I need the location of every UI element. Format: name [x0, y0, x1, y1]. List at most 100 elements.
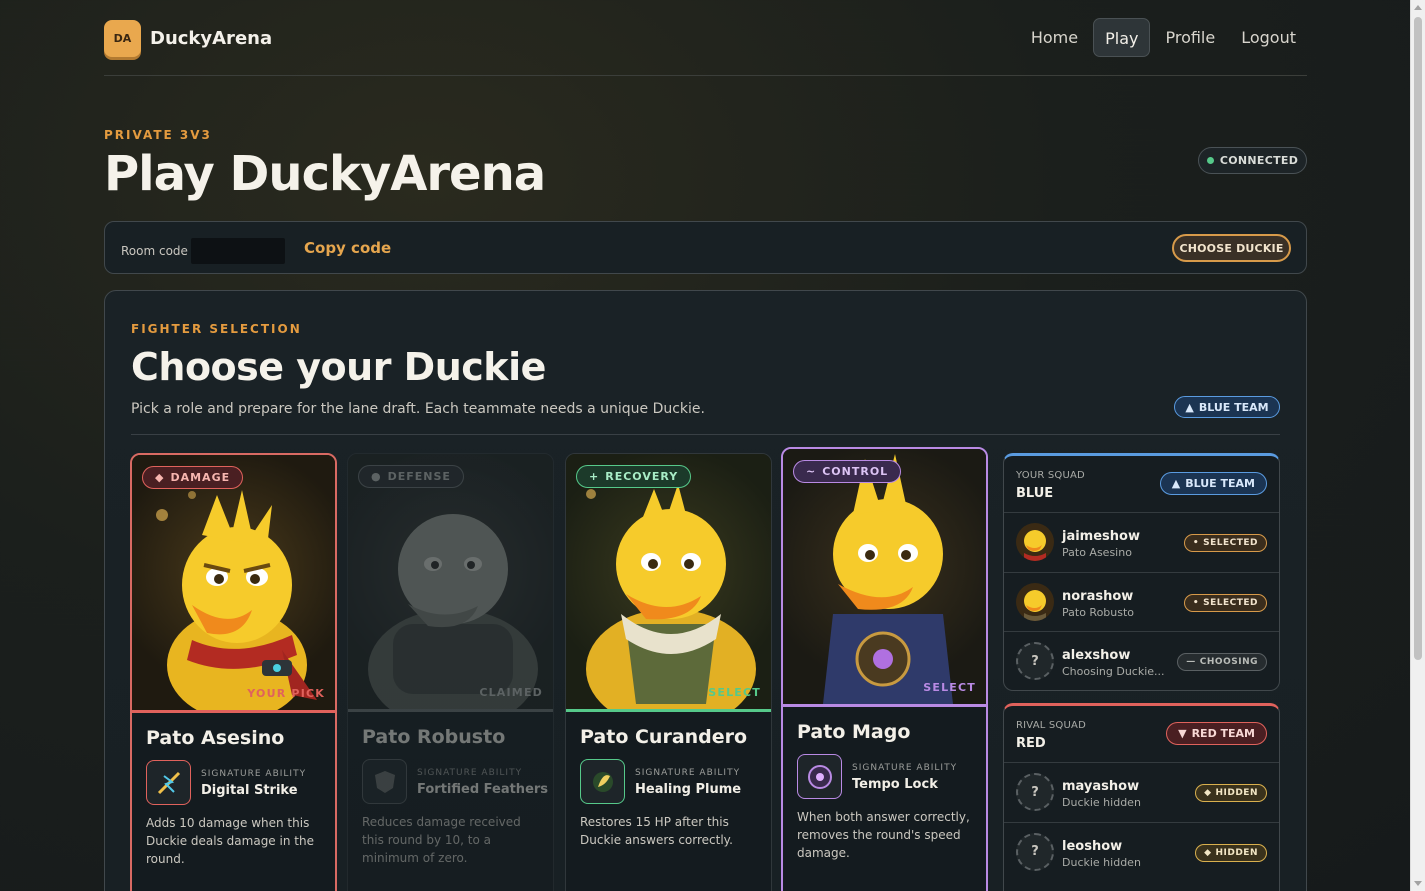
logo-text: DuckyArena: [150, 28, 273, 49]
divider: [131, 434, 1280, 435]
team-badge-label: RED TEAM: [1191, 727, 1255, 740]
dot-icon: •: [1192, 597, 1200, 608]
card-divider: [783, 704, 986, 707]
duckie-name: Pato Curandero: [580, 726, 748, 748]
ability-description: Reduces damage received this round by 10…: [362, 815, 521, 865]
nav-play[interactable]: Play: [1093, 18, 1151, 57]
avatar: [1016, 523, 1054, 561]
card-divider: [566, 709, 771, 712]
status-label: HIDDEN: [1215, 847, 1258, 858]
feather-heal-icon: [580, 759, 625, 804]
selection-subtitle: Pick a role and prepare for the lane dra…: [131, 401, 705, 417]
role-label: CONTROL: [822, 465, 889, 478]
member-duckie: Pato Asesino: [1062, 546, 1132, 559]
duck-illustration: [586, 484, 756, 709]
squad-member: ? alexshow Choosing Duckie... — CHOOSING: [1004, 632, 1279, 690]
status-label: CHOOSING: [1199, 657, 1258, 667]
shield-icon: [362, 759, 407, 804]
choose-duckie-button[interactable]: CHOOSE DUCKIE: [1172, 234, 1291, 262]
squad-header: RIVAL SQUAD RED ▼ RED TEAM: [1004, 706, 1279, 763]
pick-label: YOUR PICK: [247, 687, 325, 700]
member-name: alexshow: [1062, 648, 1131, 663]
team-badge: ▲ BLUE TEAM: [1174, 396, 1280, 418]
unknown-avatar: ?: [1016, 832, 1054, 871]
duckie-card-pato-robusto: ● DEFENSE CLAIMED Pato Robusto SIGNATURE…: [347, 453, 554, 891]
connection-status-text: CONNECTED: [1219, 154, 1299, 167]
nav-home[interactable]: Home: [1020, 18, 1089, 57]
selection-eyebrow: FIGHTER SELECTION: [131, 322, 302, 336]
member-duckie: Pato Robusto: [1062, 605, 1135, 619]
card-divider: [132, 710, 335, 713]
wave-icon: ~: [806, 465, 817, 478]
ability-name: Fortified Feathers: [417, 782, 549, 797]
ability-kicker: SIGNATURE ABILITY: [852, 763, 958, 773]
duckie-card-pato-mago[interactable]: ~ CONTROL SELECT Pato Mago SIGNATURE ABI…: [781, 447, 988, 891]
logo-badge: DA: [104, 20, 141, 57]
scrollbar-thumb[interactable]: [1414, 17, 1422, 660]
pick-label: SELECT: [923, 681, 976, 694]
plus-icon: +: [589, 470, 600, 483]
status-badge: ◆ HIDDEN: [1195, 843, 1267, 862]
ability-name: Healing Plume: [635, 782, 742, 797]
ability-kicker: SIGNATURE ABILITY: [201, 769, 307, 779]
member-duckie: Duckie hidden: [1062, 855, 1141, 869]
status-badge: • SELECTED: [1183, 534, 1267, 552]
duckie-name: Pato Robusto: [362, 726, 506, 748]
squad-member: jaimeshow Pato Asesino • SELECTED: [1004, 513, 1279, 573]
status-badge: • SELECTED: [1183, 593, 1267, 612]
squad-header: YOUR SQUAD BLUE ▲ BLUE TEAM: [1004, 456, 1279, 513]
member-duckie: Duckie hidden: [1062, 796, 1141, 809]
team-badge: ▼ RED TEAM: [1166, 722, 1267, 745]
connection-status-badge: CONNECTED: [1198, 147, 1307, 174]
squad-member: ? mayashow Duckie hidden ◆ HIDDEN: [1004, 763, 1279, 823]
pick-label: CLAIMED: [479, 686, 543, 699]
squad-name: RED: [1016, 736, 1046, 751]
unknown-avatar: ?: [1016, 773, 1054, 811]
vertical-scrollbar[interactable]: [1410, 0, 1425, 891]
role-badge: ~ CONTROL: [793, 460, 902, 483]
logo[interactable]: DA DuckyArena: [104, 20, 272, 57]
member-name: norashow: [1062, 588, 1134, 604]
nav-logout[interactable]: Logout: [1230, 18, 1307, 57]
duckie-portrait: ◆ DAMAGE YOUR PICK: [132, 455, 335, 710]
status-badge: — CHOOSING: [1177, 653, 1267, 671]
ability-description: Restores 15 HP after this Duckie answers…: [580, 815, 733, 847]
member-name: mayashow: [1062, 779, 1140, 794]
fighter-selection-panel: FIGHTER SELECTION Choose your Duckie Pic…: [104, 290, 1307, 891]
duck-illustration: [368, 514, 538, 709]
scroll-up-icon[interactable]: [1414, 5, 1422, 10]
scroll-down-icon[interactable]: [1414, 881, 1422, 886]
status-dot-icon: [1206, 157, 1214, 164]
duck-illustration: [823, 454, 953, 704]
room-code-label: Room code: [121, 244, 188, 258]
avatar: [1016, 582, 1054, 621]
dot-icon: •: [1192, 538, 1200, 548]
squad-name: BLUE: [1016, 486, 1054, 501]
nav-profile[interactable]: Profile: [1154, 18, 1226, 57]
ability-kicker: SIGNATURE ABILITY: [417, 768, 523, 778]
role-label: DAMAGE: [170, 471, 231, 484]
squad-member: ? leoshow Duckie hidden ◆ HIDDEN: [1004, 823, 1279, 883]
team-badge: ▲ BLUE TEAM: [1159, 472, 1267, 495]
top-header: DA DuckyArena Home Play Profile Logout: [104, 18, 1307, 76]
your-squad-panel: YOUR SQUAD BLUE ▲ BLUE TEAM jaimeshow Pa…: [1003, 453, 1280, 691]
role-badge: ● DEFENSE: [358, 465, 464, 488]
card-divider: [348, 709, 553, 712]
room-code-value[interactable]: [191, 238, 285, 264]
status-badge: ◆ HIDDEN: [1195, 784, 1267, 802]
member-name: jaimeshow: [1062, 529, 1140, 544]
duckie-card-pato-asesino[interactable]: ◆ DAMAGE YOUR PICK Pato Asesino SIGNATUR…: [130, 453, 337, 891]
diamond-icon: ◆: [1204, 847, 1212, 858]
duckie-name: Pato Mago: [797, 721, 911, 743]
page-title: Play DuckyArena: [104, 146, 546, 202]
lightning-sword-icon: [146, 760, 191, 805]
copy-code-button[interactable]: Copy code: [304, 239, 391, 257]
status-label: SELECTED: [1203, 538, 1258, 548]
diamond-icon: ◆: [1204, 788, 1212, 798]
room-bar: Room code Copy code CHOOSE DUCKIE: [104, 221, 1307, 274]
duckie-card-pato-curandero[interactable]: + RECOVERY SELECT Pato Curandero SIGNATU…: [565, 453, 772, 891]
duck-illustration: [156, 490, 317, 710]
triangle-up-icon: ▲: [1171, 477, 1181, 490]
diamond-icon: ◆: [155, 471, 165, 484]
role-label: DEFENSE: [387, 470, 451, 483]
